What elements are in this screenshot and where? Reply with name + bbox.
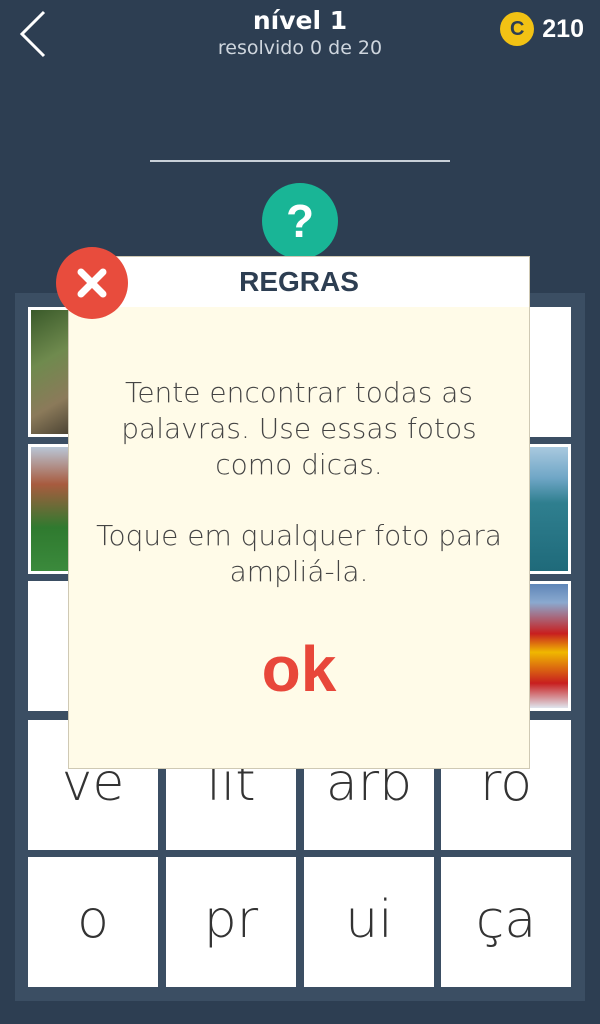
syllable-tile[interactable]: o [28, 857, 158, 987]
rules-hint-text: Toque em qualquer foto para ampliá-la. [96, 519, 502, 588]
syllable-tile[interactable]: ui [304, 857, 434, 987]
dialog-header: REGRAS [69, 257, 529, 307]
syllable-tile[interactable]: ça [441, 857, 571, 987]
ok-button[interactable]: ok [69, 632, 529, 706]
rules-text: Tente encontrar todas as palavras. Use e… [121, 376, 477, 481]
answer-line [150, 160, 450, 162]
close-button[interactable] [56, 247, 128, 319]
rules-dialog: REGRAS Tente encontrar todas as palavras… [69, 257, 529, 768]
coin-icon [500, 12, 535, 46]
syllable-tile[interactable]: pr [166, 857, 296, 987]
dialog-title: REGRAS [239, 266, 359, 297]
coin-balance[interactable]: 210 [500, 12, 584, 46]
header: nível 1 resolvido 0 de 20 210 [0, 0, 600, 80]
close-icon [77, 268, 107, 298]
help-button[interactable]: ? [262, 183, 338, 259]
coin-count: 210 [542, 14, 584, 43]
